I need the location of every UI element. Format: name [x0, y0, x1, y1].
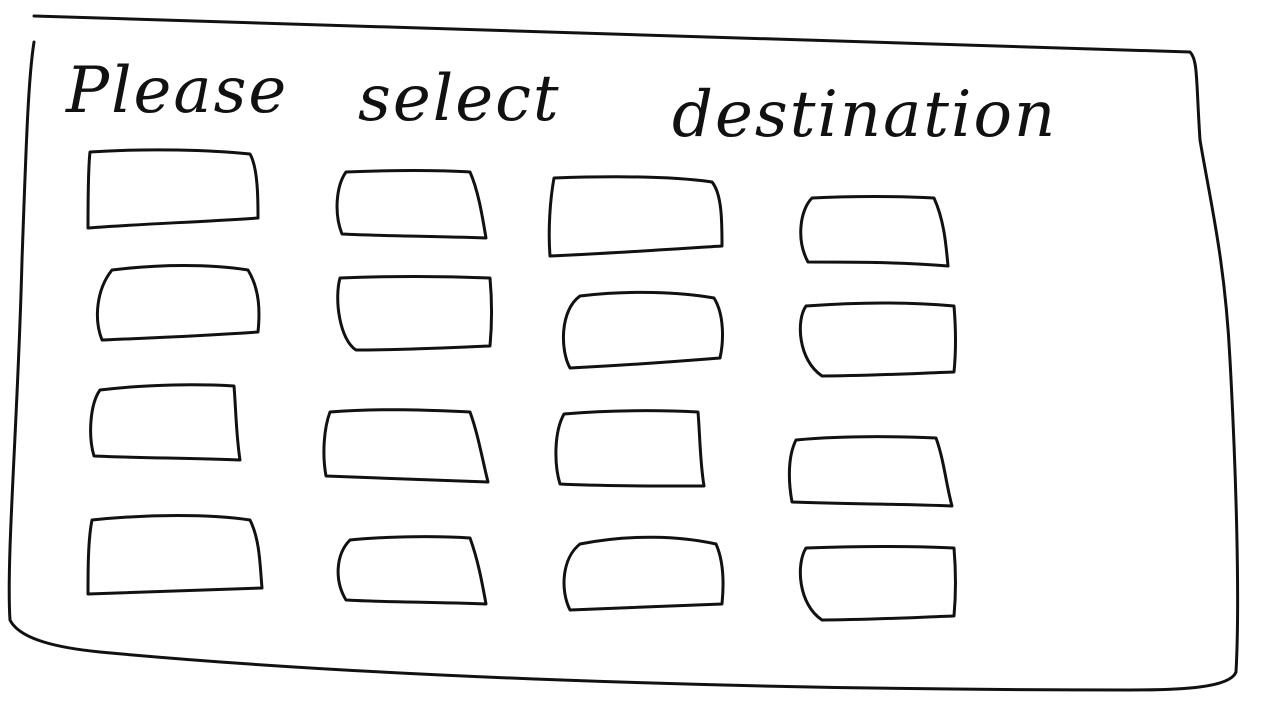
destination-button[interactable]: [86, 514, 264, 596]
title-word-destination: destination: [672, 78, 1057, 152]
sketch-canvas: Please select destination: [7, 14, 1240, 692]
destination-button[interactable]: [787, 435, 954, 508]
title-word-select: select: [358, 62, 561, 136]
destination-button[interactable]: [799, 195, 950, 268]
destination-button[interactable]: [95, 264, 261, 342]
destination-button[interactable]: [554, 409, 706, 488]
destination-button[interactable]: [86, 148, 260, 230]
destination-button[interactable]: [336, 535, 488, 606]
destination-button[interactable]: [547, 175, 724, 258]
destination-button[interactable]: [336, 275, 493, 352]
destination-button[interactable]: [335, 169, 488, 240]
destination-button[interactable]: [89, 383, 242, 462]
destination-button[interactable]: [322, 408, 490, 484]
title-word-please: Please: [65, 54, 288, 128]
destination-button[interactable]: [798, 301, 957, 378]
destination-button[interactable]: [798, 545, 957, 622]
destination-screen: Please select destination: [0, 0, 1276, 708]
destination-button[interactable]: [562, 535, 725, 612]
destination-button[interactable]: [561, 290, 724, 370]
